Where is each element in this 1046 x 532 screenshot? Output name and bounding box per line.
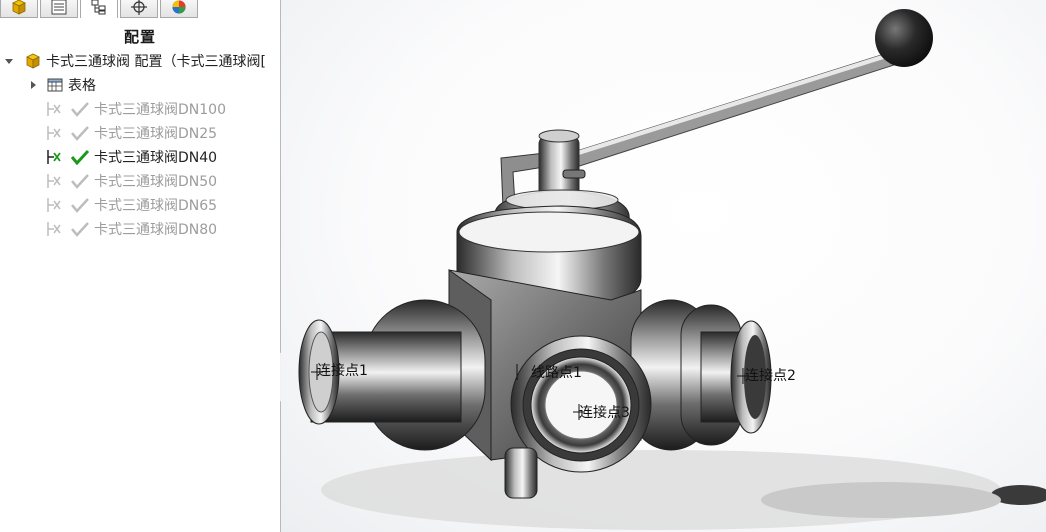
tree-item-label: 表格 bbox=[68, 78, 96, 94]
chevron-right-icon[interactable] bbox=[31, 81, 36, 89]
configuration-item-active[interactable]: 卡式三通球阀DN40 bbox=[0, 146, 280, 168]
checkmark-icon bbox=[70, 196, 90, 214]
configuration-label: 卡式三通球阀DN25 bbox=[94, 126, 218, 142]
tab-feature-manager[interactable] bbox=[0, 0, 38, 18]
display-manager-icon bbox=[172, 0, 186, 13]
model-shadow bbox=[321, 450, 1046, 530]
configuration-item[interactable]: 卡式三通球阀DN25 bbox=[0, 122, 280, 144]
configuration-label: 卡式三通球阀DN40 bbox=[94, 150, 218, 166]
chevron-down-icon[interactable] bbox=[5, 59, 13, 64]
feature-manager-icon bbox=[12, 0, 26, 15]
handle-knob[interactable] bbox=[875, 9, 933, 67]
valve-model[interactable] bbox=[281, 0, 1046, 532]
checkmark-icon bbox=[70, 220, 90, 238]
configuration-label: 卡式三通球阀DN80 bbox=[94, 222, 218, 238]
connection-point-2-label[interactable]: 连接点2 bbox=[745, 365, 796, 385]
tree-root-item[interactable]: 卡式三通球阀 配置（卡式三通球阀[ bbox=[0, 50, 280, 72]
manager-tabs bbox=[0, 0, 280, 20]
dimxpert-icon bbox=[131, 0, 147, 15]
configuration-label: 卡式三通球阀DN100 bbox=[94, 102, 226, 118]
configuration-item[interactable]: 卡式三通球阀DN80 bbox=[0, 218, 280, 240]
checkmark-icon bbox=[70, 172, 90, 190]
table-icon bbox=[46, 77, 64, 93]
tab-configuration-manager[interactable] bbox=[80, 0, 118, 18]
configuration-manager-panel: 配置 卡式三通球阀 配置（卡式三通球阀[表格 卡式三通球阀DN100 卡式三通… bbox=[0, 0, 281, 532]
connection-point-3-label[interactable]: 连接点3 bbox=[579, 402, 630, 422]
checkmark-icon bbox=[70, 124, 90, 142]
configuration-manager-icon bbox=[91, 0, 106, 15]
checkmark-icon bbox=[70, 148, 90, 166]
panel-title: 配置 bbox=[123, 28, 156, 46]
configuration-item[interactable]: 卡式三通球阀DN100 bbox=[0, 98, 280, 120]
checkmark-icon bbox=[70, 100, 90, 118]
configuration-label: 卡式三通球阀DN65 bbox=[94, 198, 218, 214]
connection-point-1-label[interactable]: 连接点1 bbox=[317, 360, 368, 380]
tree-item-table[interactable]: 表格 bbox=[0, 74, 280, 96]
property-manager-icon bbox=[51, 0, 67, 14]
valve-handle[interactable] bbox=[500, 9, 933, 209]
configuration-item[interactable]: 卡式三通球阀DN50 bbox=[0, 170, 280, 192]
graphics-area[interactable]: 连接点1 连接点2 连接点3 线路点1 bbox=[281, 0, 1046, 532]
part-icon bbox=[24, 52, 42, 70]
configuration-item[interactable]: 卡式三通球阀DN65 bbox=[0, 194, 280, 216]
tab-property-manager[interactable] bbox=[40, 0, 78, 18]
tab-display-manager[interactable] bbox=[160, 0, 198, 18]
tree-root-label: 卡式三通球阀 配置（卡式三通球阀[ bbox=[46, 54, 266, 70]
configuration-label: 卡式三通球阀DN50 bbox=[94, 174, 218, 190]
tab-dimxpert[interactable] bbox=[120, 0, 158, 18]
route-point-1-label[interactable]: 线路点1 bbox=[531, 362, 582, 382]
